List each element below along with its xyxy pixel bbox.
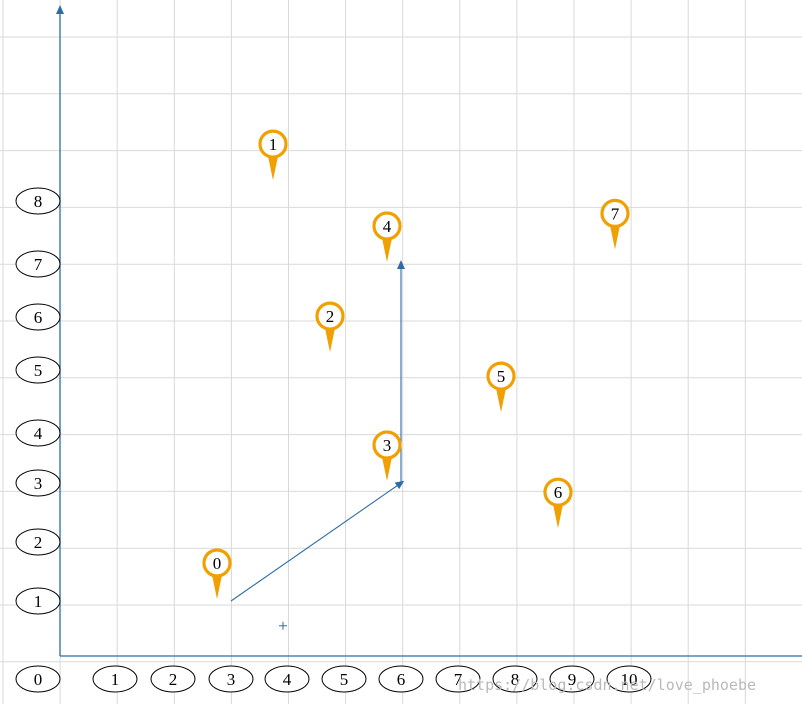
pin-tail — [610, 225, 620, 250]
x-tick-text: 6 — [397, 670, 406, 689]
axes — [56, 5, 802, 657]
y-tick-text: 8 — [34, 192, 43, 211]
diagram-canvas: 12345678 0 1 2 3 4 5 6 7 8 9 10 01234567 https://b… — [0, 0, 802, 704]
location-pin: 1 — [258, 129, 288, 181]
location-pin: 2 — [315, 301, 345, 353]
pin-tail — [212, 575, 222, 599]
x-tick-text: 3 — [227, 670, 236, 689]
y-tick-label: 3 — [15, 469, 61, 497]
x-tick-label: 0 — [15, 665, 61, 693]
y-tick-text: 5 — [34, 361, 43, 380]
x-tick-label: 4 — [264, 665, 310, 693]
pin-label: 1 — [269, 135, 278, 154]
x-tick-text: 2 — [169, 670, 178, 689]
location-pin: 3 — [372, 430, 402, 481]
cross-marker-layer — [279, 621, 287, 630]
pin-label: 3 — [383, 436, 392, 455]
x-tick-label: 6 — [378, 665, 424, 693]
location-pin: 5 — [486, 361, 516, 413]
y-tick-text: 4 — [34, 424, 43, 443]
y-tick-text: 1 — [34, 592, 43, 611]
pin-label: 6 — [554, 483, 563, 502]
y-tick-text: 7 — [34, 255, 43, 274]
y-tick-label: 7 — [15, 250, 61, 278]
y-tick-label: 1 — [15, 587, 61, 615]
pin-label: 2 — [326, 307, 335, 326]
location-pin: 7 — [600, 198, 630, 250]
pin-label: 7 — [611, 204, 620, 223]
x-tick-label: 2 — [150, 665, 196, 693]
pin-label: 4 — [383, 217, 392, 236]
location-pin: 0 — [202, 548, 232, 599]
pin-tail — [382, 238, 392, 262]
pin-tail — [382, 457, 392, 481]
y-tick-label: 2 — [15, 528, 61, 556]
x-tick-text: 1 — [111, 670, 120, 689]
y-tick-text: 3 — [34, 474, 43, 493]
pin-label: 0 — [213, 554, 222, 573]
y-tick-label: 5 — [15, 356, 61, 384]
y-tick-text: 6 — [34, 308, 43, 327]
pin-tail — [325, 328, 335, 353]
y-tick-text: 2 — [34, 533, 43, 552]
pin-tail — [268, 156, 278, 181]
cross-marker — [279, 621, 287, 630]
y-tick-label: 4 — [15, 419, 61, 447]
location-pin: 6 — [543, 477, 573, 529]
pin-tail — [553, 504, 563, 529]
y-tick-label: 8 — [15, 187, 61, 215]
path-segment — [230, 480, 405, 602]
x-tick-text: 0 — [34, 670, 43, 689]
x-tick-label: 3 — [208, 665, 254, 693]
x-tick-label: 1 — [92, 665, 138, 693]
pin-label: 5 — [497, 367, 506, 386]
y-tick-label: 6 — [15, 303, 61, 331]
location-pins: 0 1 2 3 4 5 6 7 — [202, 129, 630, 599]
watermark-text: https://blog.csdn.net/love_phoebe — [458, 676, 756, 694]
x-tick-text: 5 — [340, 670, 349, 689]
location-pin: 4 — [372, 211, 402, 262]
x-tick-label: 5 — [321, 665, 367, 693]
pin-tail — [496, 388, 506, 413]
x-tick-text: 4 — [283, 670, 292, 689]
y-tick-labels: 1 2 3 4 5 6 7 8 — [15, 187, 61, 615]
